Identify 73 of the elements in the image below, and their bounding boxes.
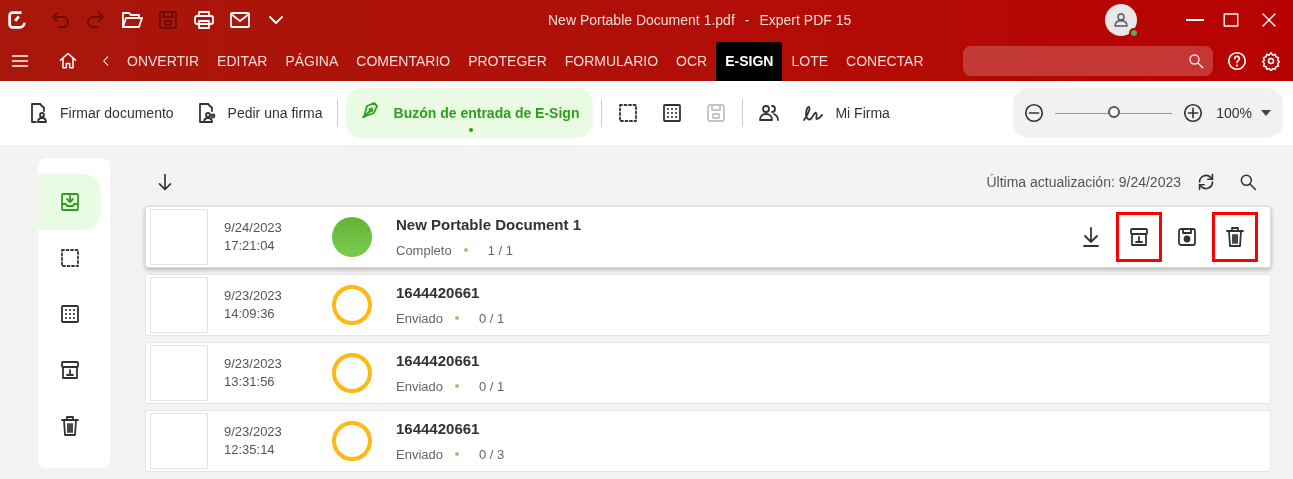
- signature-count: 0 / 1: [479, 309, 505, 328]
- ribbon-tab[interactable]: CONECTAR: [837, 42, 933, 81]
- ribbon-tab[interactable]: PÁGINA: [276, 42, 348, 81]
- document-title: New Portable Document 1: [396, 215, 582, 235]
- document-thumbnail: [150, 277, 208, 333]
- row-date: 9/23/2023: [224, 423, 283, 441]
- zoom-slider-thumb[interactable]: [1107, 106, 1120, 118]
- status-label: Completo: [396, 241, 452, 260]
- zoom-slider[interactable]: [1055, 106, 1172, 120]
- ribbon-tab[interactable]: PROTEGER: [459, 42, 556, 81]
- printer-icon: [192, 8, 216, 32]
- search-field[interactable]: [963, 45, 1213, 76]
- document-row[interactable]: 9/23/2023 13:31:56 1644420661 Enviado 0 / 1: [145, 342, 1271, 404]
- row-time: 12:35:14: [224, 441, 276, 459]
- document-row[interactable]: 9/23/2023 14:09:36 1644420661 Enviado 0 / 1: [145, 274, 1271, 336]
- signature-count: 0 / 1: [479, 377, 505, 396]
- ribbon-tab[interactable]: COMENTARIO: [347, 42, 460, 81]
- save-icon: [1175, 225, 1199, 249]
- last-update-text: Última actualización: 9/24/2023: [986, 172, 1181, 192]
- document-title: 1644420661: [396, 351, 481, 371]
- status-label: Enviado: [396, 309, 443, 328]
- row-date: 9/23/2023: [224, 287, 283, 305]
- inbox-button[interactable]: Buzón de entrada de E-Sign: [345, 88, 594, 138]
- row-date: 9/23/2023: [224, 355, 283, 373]
- zoom-level-value: 100%: [1216, 103, 1252, 123]
- maximize-icon: [1222, 11, 1240, 29]
- app-logo-icon: [6, 9, 28, 31]
- zoom-out-button[interactable]: [1023, 101, 1046, 125]
- row-time: 13:31:56: [224, 373, 276, 391]
- user-icon: [1112, 11, 1130, 29]
- title-separator: -: [744, 11, 750, 30]
- trash-icon: [1223, 225, 1247, 249]
- row-time: 14:09:36: [224, 305, 276, 323]
- ribbon-tab[interactable]: FORMULARIO: [555, 42, 668, 81]
- search-icon: [1238, 172, 1258, 192]
- ribbon-tab[interactable]: LOTE: [782, 42, 838, 81]
- document-title: 1644420661: [396, 419, 481, 439]
- document-thumbnail: [150, 209, 208, 265]
- status-label: Enviado: [396, 445, 443, 464]
- zoom-out-icon: [1023, 102, 1046, 124]
- delete-button[interactable]: [1212, 212, 1258, 262]
- request-signature-button[interactable]: Pedir una firma: [187, 93, 329, 133]
- app-title: Expert PDF 15: [759, 11, 852, 30]
- caret-icon: [1260, 110, 1271, 116]
- sign-document-button[interactable]: Firmar documento: [20, 93, 180, 133]
- row-date: 9/24/2023: [224, 219, 283, 237]
- ribbon-tab[interactable]: EDITAR: [208, 42, 277, 81]
- ribbon-tab[interactable]: OCR: [667, 42, 717, 81]
- help-icon: [1226, 49, 1248, 72]
- archive-box-icon: [1127, 225, 1151, 249]
- zoom-in-icon: [1181, 102, 1204, 124]
- row-time: 17:21:04: [224, 237, 276, 255]
- document-thumbnail: [150, 345, 208, 401]
- account-avatar[interactable]: [1105, 4, 1137, 36]
- archive-button[interactable]: [1116, 212, 1162, 262]
- status-label: Enviado: [396, 377, 443, 396]
- document-thumbnail: [150, 413, 208, 469]
- ribbon-tab[interactable]: E-SIGN: [716, 42, 783, 81]
- ribbon-tab[interactable]: ONVERTIR: [118, 42, 209, 81]
- save-icon: [156, 8, 180, 32]
- search-icon: [1187, 51, 1205, 70]
- minimize-icon: [1186, 19, 1204, 21]
- document-row[interactable]: 9/23/2023 12:35:14 1644420661 Enviado 0 / 3: [145, 410, 1271, 472]
- my-signature-button[interactable]: Mi Firma: [795, 93, 896, 133]
- document-row[interactable]: 9/24/2023 17:21:04 New Portable Document 1 Completo 1 / 1: [145, 206, 1271, 268]
- document-title: 1644420661: [396, 283, 481, 303]
- home-icon: [58, 50, 78, 71]
- signature-count: 0 / 3: [479, 445, 505, 464]
- document-title: New Portable Document 1.pdf: [548, 11, 735, 30]
- signature-count: 1 / 1: [487, 241, 513, 260]
- settings-icon: [1261, 50, 1281, 71]
- zoom-in-button[interactable]: [1181, 101, 1205, 125]
- close-icon: [1260, 11, 1278, 29]
